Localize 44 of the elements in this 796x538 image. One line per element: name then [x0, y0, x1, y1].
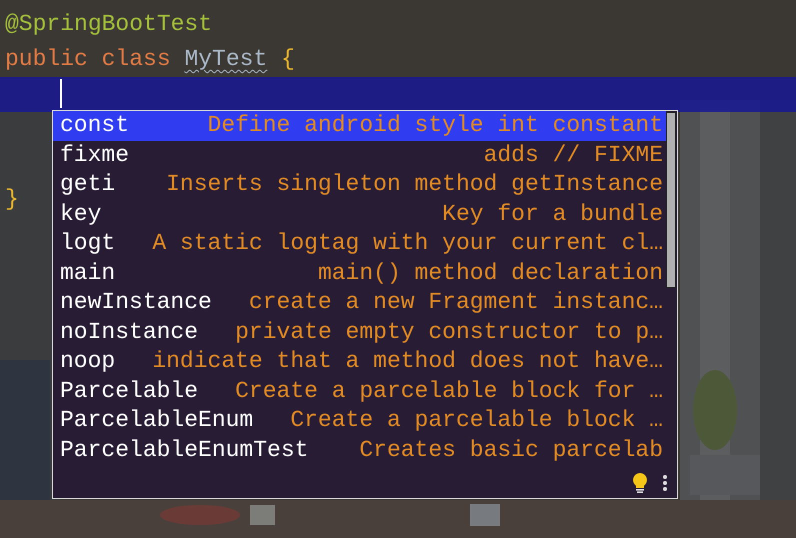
template-description: indicate that a method does not have… — [152, 347, 663, 376]
template-name: main — [60, 258, 116, 288]
template-description: Create a parcelable block for … — [235, 376, 663, 406]
template-description: A static logtag with your current cl… — [152, 229, 663, 258]
completion-item[interactable]: noInstance private empty constructor to p… — [53, 318, 666, 347]
template-description: Creates basic parcelab — [359, 436, 663, 464]
template-name: noop — [60, 347, 116, 376]
template-description: Key for a bundle — [442, 200, 663, 228]
completion-item[interactable]: newInstance create a new Fragment instanc… — [53, 288, 666, 318]
completion-item[interactable]: key Key for a bundle — [53, 200, 666, 229]
template-description: Define android style int constant — [208, 111, 663, 140]
lightbulb-icon[interactable] — [633, 473, 647, 494]
completion-item[interactable]: logt A static logtag with your current cl… — [53, 229, 666, 258]
completion-item[interactable]: geti Inserts singleton method getInstance — [53, 170, 666, 200]
template-name: logt — [60, 229, 116, 258]
template-description: create a new Fragment instanc… — [248, 288, 663, 317]
template-name: const — [60, 111, 130, 140]
template-description: Inserts singleton method getInstance — [166, 170, 663, 199]
template-description: adds // FIXME — [484, 140, 663, 170]
keyword-token: class — [102, 45, 171, 74]
completion-item[interactable]: ParcelableEnum Create a parcelable block … — [53, 406, 666, 436]
completion-item[interactable]: noop indicate that a method does not have… — [53, 347, 666, 376]
more-options-icon[interactable] — [663, 475, 667, 492]
template-name: ParcelableEnum — [60, 406, 254, 435]
brace-token: { — [281, 45, 295, 74]
keyword-token: public — [5, 45, 88, 74]
template-description: main() method declaration — [318, 258, 663, 288]
completion-item[interactable]: main main() method declaration — [53, 258, 666, 288]
template-name: key — [60, 200, 102, 228]
completion-item[interactable]: fixme adds // FIXME — [53, 140, 666, 170]
template-description: private empty constructor to p… — [235, 318, 663, 346]
brace-token: } — [5, 185, 19, 214]
completion-item[interactable]: Parcelable Create a parcelable block for … — [53, 376, 666, 406]
template-name: fixme — [60, 140, 130, 170]
template-name: noInstance — [60, 318, 198, 346]
template-description: Create a parcelable block … — [290, 406, 663, 435]
template-name: geti — [60, 170, 116, 199]
template-name: ParcelableEnumTest — [60, 436, 308, 464]
class-name-token: MyTest — [184, 45, 268, 74]
completion-item[interactable]: const Define android style int constant — [53, 111, 666, 140]
template-name: Parcelable — [60, 376, 198, 406]
completion-item[interactable]: ParcelableEnumTest Creates basic parcelab — [53, 436, 666, 465]
annotation-token: @SpringBootTest — [5, 10, 212, 39]
template-name: newInstance — [60, 288, 212, 317]
